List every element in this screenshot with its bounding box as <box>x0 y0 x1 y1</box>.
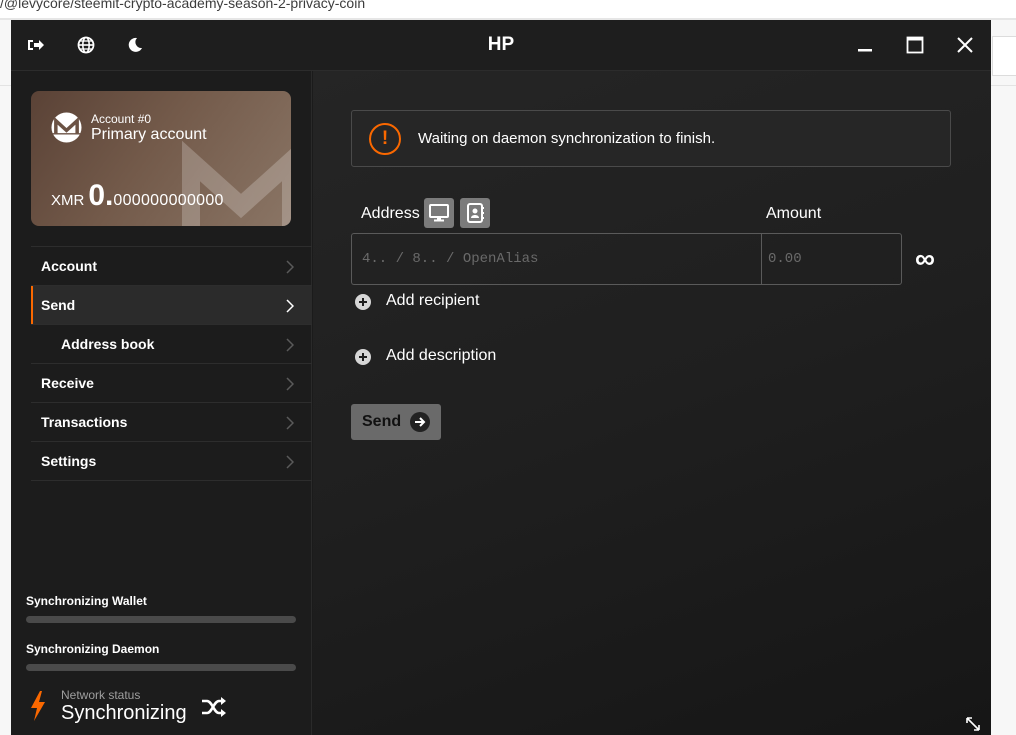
sync-daemon-progress-bar <box>26 664 296 671</box>
account-number: Account #0 <box>91 112 152 126</box>
chevron-right-icon <box>286 416 294 430</box>
sidebar-item-receive[interactable]: Receive <box>31 364 312 403</box>
sync-wallet-label: Synchronizing Wallet <box>26 594 147 608</box>
send-button-label: Send <box>362 413 402 430</box>
account-card[interactable]: Account #0 Primary account XMR 0.00000000… <box>31 91 291 226</box>
shuffle-icon[interactable] <box>201 696 227 718</box>
window-title: HP <box>487 34 515 55</box>
add-recipient-label: Add recipient <box>386 292 480 309</box>
sync-wallet: Synchronizing Wallet <box>26 594 296 623</box>
sync-daemon-label: Synchronizing Daemon <box>26 642 160 656</box>
chevron-right-icon <box>286 338 294 352</box>
sidebar-item-label: Account <box>41 258 97 274</box>
sidebar-menu: Account Send Address book Receive Transa… <box>31 246 312 481</box>
chevron-right-icon <box>286 260 294 274</box>
sidebar-item-transactions[interactable]: Transactions <box>31 403 312 442</box>
sidebar-item-send[interactable]: Send <box>31 286 312 325</box>
address-book-icon[interactable] <box>460 198 490 228</box>
browser-page-widget <box>992 36 1016 76</box>
sidebar-item-label: Address book <box>61 336 155 352</box>
max-amount-button[interactable]: ∞ <box>915 243 935 275</box>
sidebar-item-label: Send <box>41 297 76 313</box>
resize-icon[interactable] <box>966 717 980 731</box>
balance-currency: XMR <box>51 192 85 209</box>
amount-label: Amount <box>766 205 822 222</box>
sync-daemon: Synchronizing Daemon <box>26 642 296 671</box>
close-icon[interactable] <box>954 34 976 56</box>
chevron-right-icon <box>286 377 294 391</box>
title-bar: HP <box>11 20 991 71</box>
add-description-label: Add description <box>386 347 497 364</box>
sidebar-item-settings[interactable]: Settings <box>31 442 312 481</box>
arrow-right-circle-icon <box>410 412 430 432</box>
add-recipient-button[interactable]: Add recipient <box>355 291 515 315</box>
balance-integer: 0. <box>88 179 114 212</box>
chevron-right-icon <box>286 299 294 313</box>
warning-banner: ! Waiting on daemon synchronization to f… <box>351 110 951 167</box>
sync-wallet-progress-bar <box>26 616 296 623</box>
lightning-icon <box>31 691 45 721</box>
account-name: Primary account <box>91 126 207 143</box>
plus-circle-icon <box>355 294 371 310</box>
sidebar-item-account[interactable]: Account <box>31 247 312 286</box>
browser-url-text: /@levycore/steemit-crypto-academy-season… <box>0 0 366 11</box>
address-input[interactable] <box>351 233 761 285</box>
warning-message: Waiting on daemon synchronization to fin… <box>418 130 716 147</box>
send-button[interactable]: Send <box>351 404 441 440</box>
sidebar-item-label: Receive <box>41 375 94 391</box>
sidebar-item-label: Transactions <box>41 414 128 430</box>
wallet-window: HP Account #0 Primary account XMR 0.00000… <box>11 20 991 735</box>
send-panel: ! Waiting on daemon synchronization to f… <box>313 71 991 735</box>
sidebar: Account #0 Primary account XMR 0.00000000… <box>11 71 312 735</box>
account-balance: XMR 0.000000000000 <box>51 179 224 213</box>
minimize-icon[interactable] <box>854 34 876 56</box>
network-status-caption: Network status <box>61 688 141 702</box>
network-status: Network status Synchronizing <box>26 688 296 733</box>
monitor-icon[interactable] <box>424 198 454 228</box>
address-label: Address <box>361 205 420 222</box>
balance-decimals: 000000000000 <box>113 192 224 209</box>
network-status-value: Synchronizing <box>61 702 187 724</box>
plus-circle-icon <box>355 349 371 365</box>
monero-logo-icon <box>51 112 82 143</box>
maximize-icon[interactable] <box>904 34 926 56</box>
add-description-button[interactable]: Add description <box>355 346 535 370</box>
warning-icon: ! <box>369 123 401 155</box>
amount-input[interactable] <box>761 233 902 285</box>
browser-url-bar[interactable]: /@levycore/steemit-crypto-academy-season… <box>0 0 1016 18</box>
chevron-right-icon <box>286 455 294 469</box>
sidebar-item-address-book[interactable]: Address book <box>31 325 312 364</box>
sidebar-item-label: Settings <box>41 453 97 469</box>
